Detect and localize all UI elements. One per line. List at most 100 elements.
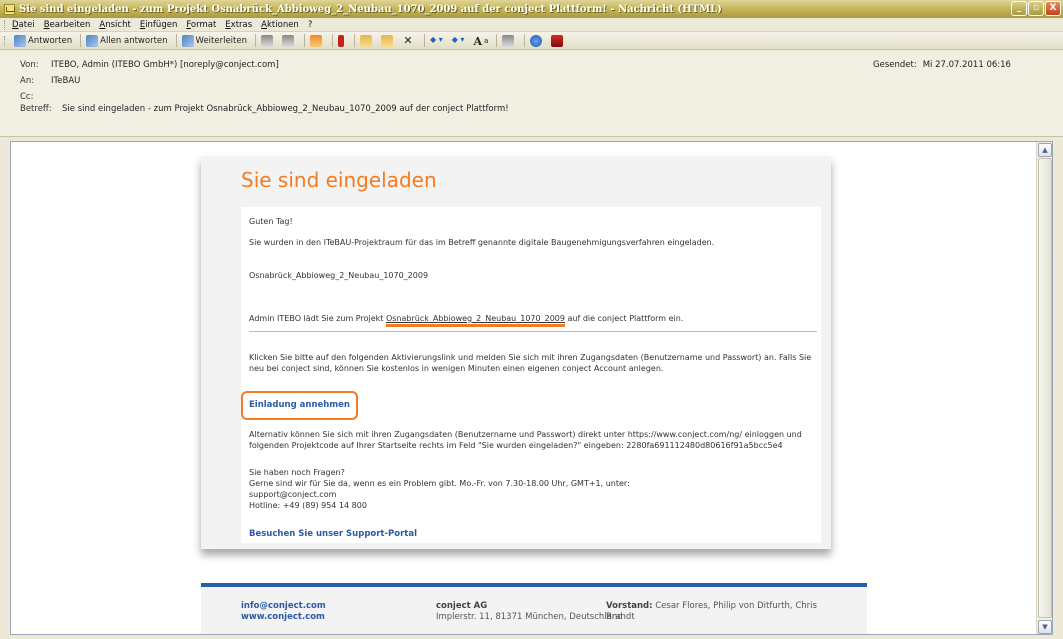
- reply-label: Antworten: [28, 35, 73, 46]
- minimize-button[interactable]: _: [1011, 1, 1027, 16]
- forward-label: Weiterleiten: [195, 35, 247, 46]
- to-label: An:: [20, 76, 35, 86]
- menu-einfuegen[interactable]: Einfügen: [140, 20, 178, 30]
- delete-icon: ✕: [403, 33, 413, 47]
- category-button[interactable]: [379, 33, 397, 48]
- footer-company: conject AG Implerstr. 11, 81371 München,…: [436, 601, 623, 623]
- maximize-button[interactable]: ▫: [1028, 1, 1044, 16]
- menu-datei[interactable]: Datei: [12, 20, 35, 30]
- addin-icon: [551, 34, 564, 47]
- menu-extras[interactable]: Extras: [225, 20, 252, 30]
- subject-label: Betreff:: [20, 104, 52, 114]
- next-item-button[interactable]: ◆ ▾: [450, 33, 469, 48]
- scroll-thumb[interactable]: [1038, 158, 1052, 618]
- folder-icon: [360, 34, 372, 47]
- alternative-text: Alternativ können Sie sich mit ihren Zug…: [249, 430, 802, 450]
- menu-ansicht[interactable]: Ansicht: [99, 20, 130, 30]
- sent-value: Mi 27.07.2011 06:16: [922, 60, 1011, 70]
- window-controls: _ ▫ X: [1011, 1, 1061, 16]
- vertical-scrollbar[interactable]: ▲ ▼: [1036, 142, 1052, 634]
- footer-address: Implerstr. 11, 81371 München, Deutschlan…: [436, 612, 623, 622]
- addin-button[interactable]: [549, 33, 567, 48]
- toolbar-separator: [354, 34, 355, 47]
- project-name-text: Osnabrück_Abbioweg_2_Neubau_1070_2009: [249, 271, 429, 280]
- toolbar-grip[interactable]: [4, 35, 7, 46]
- toolbar: Antworten Allen antworten Weiterleiten ✕…: [0, 32, 1063, 50]
- toolbar-separator: [524, 34, 526, 47]
- email-inner: Guten Tag! Sie wurden in den ITeBAU-Proj…: [241, 207, 821, 543]
- footer-company-name: conject AG: [436, 601, 488, 611]
- message-body: Sie sind eingeladen Guten Tag! Sie wurde…: [10, 141, 1053, 635]
- copy-button[interactable]: [280, 33, 298, 48]
- font-sup: a: [483, 36, 489, 45]
- menu-grip[interactable]: [4, 19, 7, 30]
- message-icon: [4, 3, 15, 15]
- invite-prefix: Admin ITEBO lädt Sie zum Projekt: [249, 314, 386, 323]
- flag-button[interactable]: [336, 33, 348, 48]
- footer-board: Vorstand: Cesar Flores, Philip von Ditfu…: [606, 601, 821, 623]
- invite-text: Admin ITEBO lädt Sie zum Projekt Osnabrü…: [249, 313, 683, 324]
- next-arrow-icon: ◆ ▾: [451, 34, 465, 44]
- previous-item-button[interactable]: ◆ ▾: [428, 33, 447, 48]
- toolbar-separator: [304, 34, 305, 47]
- reply-all-icon: [86, 34, 99, 47]
- accept-invitation-link[interactable]: Einladung annehmen: [249, 400, 350, 411]
- folder-button[interactable]: [358, 33, 376, 48]
- print-button[interactable]: [259, 33, 277, 48]
- flag-icon: [338, 34, 344, 47]
- reply-button[interactable]: Antworten: [12, 33, 74, 48]
- window-title: Sie sind eingeladen - zum Projekt Osnabr…: [19, 3, 722, 15]
- to-value[interactable]: ITeBAU: [51, 76, 80, 86]
- footer-contact: info@conject.com www.conject.com: [241, 601, 326, 623]
- support-line-text: Gerne sind wir für Sie da, wenn es ein P…: [249, 479, 630, 488]
- highlight-underline: [385, 324, 565, 327]
- cc-label: Cc:: [20, 92, 34, 102]
- menu-aktionen[interactable]: Aktionen: [261, 20, 299, 30]
- move-icon: [310, 34, 322, 47]
- instructions-text: Klicken Sie bitte auf den folgenden Akti…: [249, 353, 812, 373]
- print-icon: [261, 34, 273, 47]
- font-icon: A: [473, 34, 482, 48]
- toolbar-separator: [424, 34, 425, 47]
- move-button[interactable]: [308, 33, 326, 48]
- subject-row: Betreff: Sie sind eingeladen - zum Proje…: [20, 104, 509, 114]
- cc-row: Cc:: [20, 92, 51, 102]
- menu-bar: Datei Bearbeiten Ansicht Einfügen Format…: [0, 18, 1063, 32]
- menu-format[interactable]: Format: [186, 20, 216, 30]
- forward-button[interactable]: Weiterleiten: [180, 33, 249, 48]
- sent-row: Gesendet: Mi 27.07.2011 06:16: [873, 60, 1011, 70]
- previous-arrow-icon: ◆ ▾: [430, 34, 443, 44]
- questions-text: Sie haben noch Fragen?: [249, 468, 345, 477]
- translate-button[interactable]: [500, 33, 518, 48]
- menu-help[interactable]: ?: [308, 20, 313, 30]
- support-portal-link[interactable]: Besuchen Sie unser Support-Portal: [249, 529, 417, 540]
- delete-button[interactable]: ✕: [400, 33, 418, 48]
- copy-icon: [282, 34, 294, 47]
- toolbar-separator: [80, 34, 82, 47]
- menu-bearbeiten[interactable]: Bearbeiten: [44, 20, 91, 30]
- email-card: Sie sind eingeladen Guten Tag! Sie wurde…: [201, 156, 831, 549]
- subject-value: Sie sind eingeladen - zum Projekt Osnabr…: [62, 104, 509, 114]
- invite-suffix: auf die conject Plattform ein.: [564, 314, 684, 323]
- reply-all-button[interactable]: Allen antworten: [84, 33, 169, 48]
- close-button[interactable]: X: [1045, 1, 1061, 16]
- help-icon: [530, 34, 543, 47]
- help-button[interactable]: [528, 33, 546, 48]
- footer-email-link[interactable]: info@conject.com: [241, 601, 326, 612]
- footer-web-link[interactable]: www.conject.com: [241, 612, 326, 623]
- to-row: An: ITeBAU: [20, 76, 80, 86]
- project-link[interactable]: Osnabrück_Abbioweg_2_Neubau_1070_2009: [386, 314, 565, 323]
- font-size-button[interactable]: Aa: [471, 33, 490, 48]
- greeting-text: Guten Tag!: [249, 217, 293, 226]
- from-row: Von: ITEBO, Admin (ITEBO GmbH*) [noreply…: [20, 60, 279, 70]
- from-value[interactable]: ITEBO, Admin (ITEBO GmbH*) [noreply@conj…: [51, 60, 279, 70]
- scroll-up-icon[interactable]: ▲: [1038, 143, 1052, 157]
- scroll-down-icon[interactable]: ▼: [1038, 620, 1052, 634]
- reply-icon: [14, 34, 26, 47]
- toolbar-separator: [175, 34, 177, 47]
- from-label: Von:: [20, 60, 39, 70]
- email-heading: Sie sind eingeladen: [241, 168, 437, 192]
- divider: [249, 331, 817, 332]
- toolbar-separator: [496, 34, 498, 47]
- sent-label: Gesendet:: [873, 60, 917, 70]
